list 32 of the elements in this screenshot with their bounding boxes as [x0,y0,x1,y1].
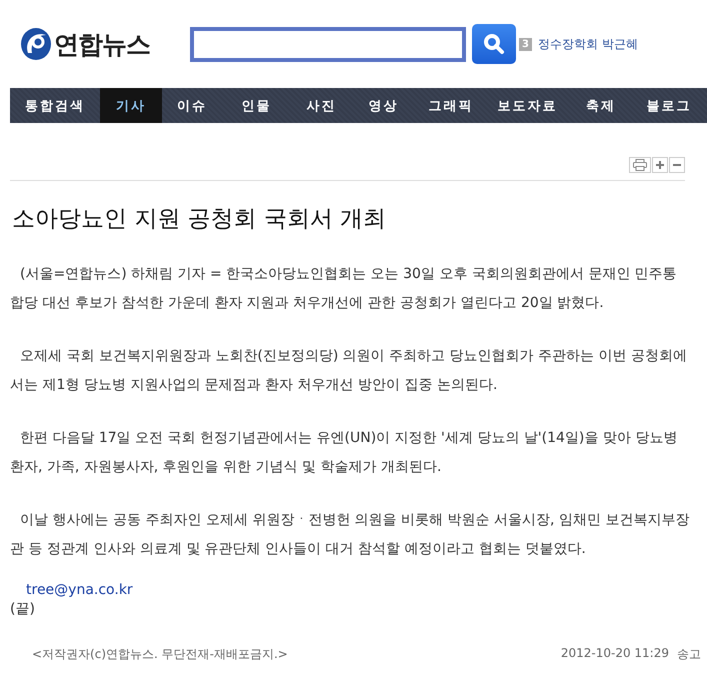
send-label: 송고 [677,646,701,663]
nav-tab[interactable]: 이슈 [162,88,222,123]
article-paragraph: 오제세 국회 보건복지위원장과 노회찬(진보정의당) 의원이 주최하고 당뇨인협회가 주관하는 이번 공청회에서는 제1형 당뇨병 지원사업의 문제점과 환자 처우개선 방안이 집중 논의된다. [10,347,688,395]
nav-tab[interactable]: 블로그 [634,88,704,123]
email-link[interactable]: tree@yna.co.kr [26,582,707,598]
rank-badge: 3 [519,38,532,50]
nav-tab[interactable]: 통합검색 [10,88,100,123]
nav-tab[interactable]: 영상 [352,88,415,123]
article-title: 소아당뇨인 지원 공청회 국회서 개최 [12,205,388,234]
font-size-button[interactable] [669,157,685,173]
trending-link[interactable]: 정수장학회 박근혜 [538,36,638,52]
logo-text: 연합뉴스 [54,28,150,60]
search-icon [483,33,505,55]
font-size-button[interactable] [652,157,668,173]
logo-icon [20,27,52,61]
print-button[interactable] [629,157,651,173]
zoom-in-icon [656,161,664,169]
search-button[interactable] [472,24,516,64]
nav-tab[interactable]: 축제 [568,88,634,123]
article-paragraph: 한편 다음달 17일 오전 국회 헌정기념관에서는 유엔(UN)이 지정한 '세계 당뇨의 날'(14일)을 맞아 당뇨병 환자, 가족, 자원봉사자, 후원인을 위한 기념식 및 학술제가 개최된다. [10,429,678,477]
nav-tab[interactable]: 인물 [222,88,291,123]
article-paragraph: (서울=연합뉴스) 하채림 기자 = 한국소아당뇨인협회는 오는 30일 오후 국회의원회관에서 문재인 민주통합당 대선 후보가 참석한 가운데 환자 지원과 처우개선에 관한 공청회가 열린다고 20일 밝혔다. [10,265,678,313]
article-paragraph: 이날 행사에는 공동 주최자인 오제세 위원장ㆍ전병헌 의원을 비롯해 박원순 서울시장, 임채민 보건복지부장관 등 정관계 인사와 의료계 및 유관단체 인사들이 대거 참석할 예정이라고 협회는 덧붙였다. [10,511,690,559]
nav-tab[interactable]: 보도자료 [487,88,568,123]
copyright-text: <저작권자(c)연합뉴스. 무단전재-재배포금지.> [32,646,288,663]
nav-tab[interactable]: 사진 [291,88,352,123]
nav-tab[interactable]: 기사 [100,88,162,123]
timestamp: 2012-10-20 11:29 [560,646,669,662]
search-field[interactable] [190,26,466,62]
end-mark: (끝) [10,600,36,618]
print-icon [633,159,647,171]
nav-tab[interactable]: 그래픽 [415,88,487,123]
